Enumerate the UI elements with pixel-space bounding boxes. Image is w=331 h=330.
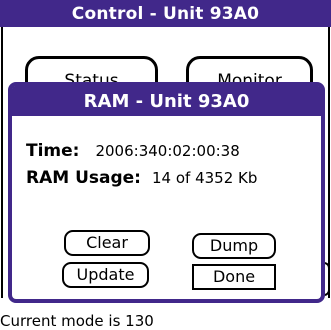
- dump-button[interactable]: Dump: [192, 233, 276, 259]
- time-label: Time:: [26, 141, 80, 161]
- ram-usage-value: 14 of 4352 Kb: [151, 169, 258, 187]
- window-title: Control - Unit 93A0: [71, 3, 260, 24]
- time-row: Time: 2006:340:02:00:38: [26, 141, 240, 161]
- time-value: 2006:340:02:00:38: [95, 142, 240, 160]
- status-line: Current mode is 130: [0, 312, 154, 330]
- done-button[interactable]: Done: [192, 264, 276, 290]
- ram-dialog: RAM - Unit 93A0 Time: 2006:340:02:00:38 …: [8, 82, 325, 303]
- clear-button[interactable]: Clear: [64, 230, 150, 256]
- window-title-bar: Control - Unit 93A0: [0, 0, 331, 27]
- ram-usage-row: RAM Usage: 14 of 4352 Kb: [26, 168, 257, 188]
- ram-usage-label: RAM Usage:: [26, 168, 141, 188]
- dialog-title-bar: RAM - Unit 93A0: [12, 86, 321, 116]
- dialog-title: RAM - Unit 93A0: [83, 90, 250, 112]
- update-button[interactable]: Update: [62, 262, 149, 288]
